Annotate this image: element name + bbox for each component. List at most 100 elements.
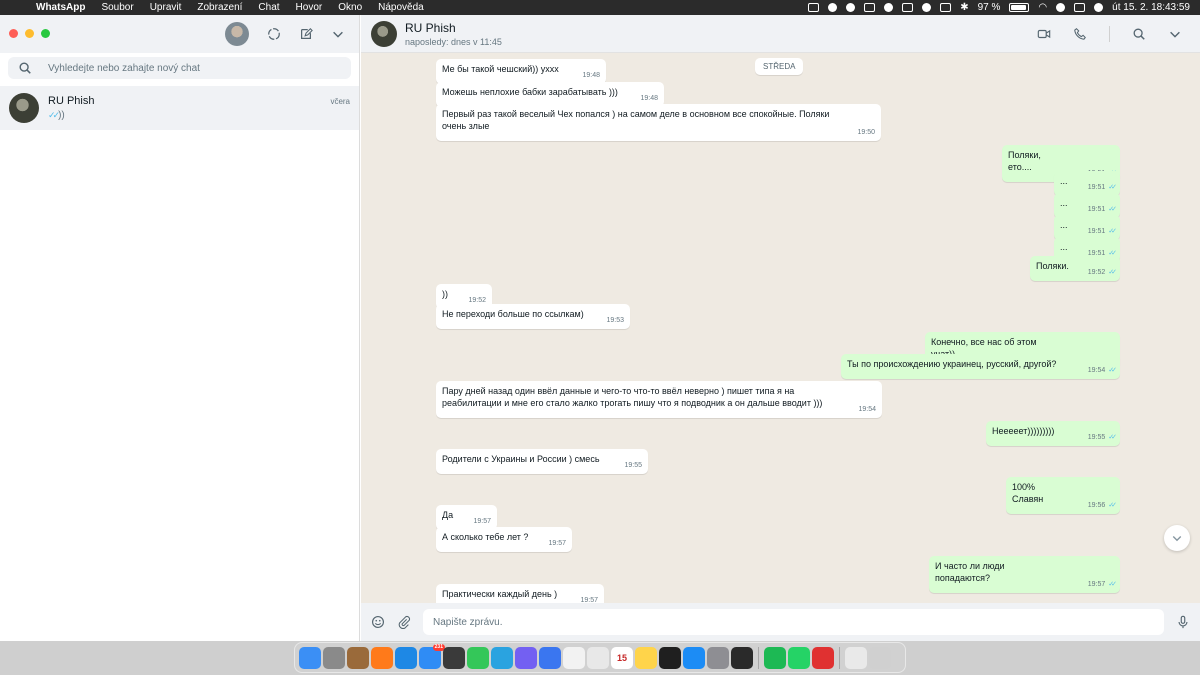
dock-firefox-icon[interactable] — [371, 646, 393, 669]
status-viber-icon[interactable] — [846, 3, 856, 12]
status-navigation-icon[interactable] — [884, 3, 894, 12]
outgoing-message[interactable]: Ты по происхождению украинец, русский, д… — [841, 354, 1120, 379]
incoming-message[interactable]: Родители с Украины и России ) смесь 19:55 — [436, 449, 648, 474]
status-shield-icon[interactable] — [864, 3, 876, 12]
message-composer — [361, 603, 1200, 641]
read-ticks-icon: ✓✓ — [1108, 502, 1117, 509]
control-center-icon[interactable] — [1074, 3, 1086, 12]
contact-avatar[interactable] — [371, 20, 397, 47]
search-messages-icon[interactable] — [1132, 27, 1146, 41]
outgoing-message[interactable]: И часто ли люди попадаются? 19:57 ✓✓ — [929, 556, 1120, 593]
dock-notes-draw-icon[interactable] — [587, 646, 609, 669]
dock-safari-icon[interactable] — [395, 646, 417, 669]
message-time: 19:57 — [473, 518, 491, 525]
scroll-to-bottom-button[interactable] — [1164, 525, 1190, 551]
message-time: 19:51 — [1087, 206, 1106, 213]
read-ticks-icon: ✓✓ — [1108, 367, 1117, 374]
menu-help[interactable]: Nápověda — [370, 2, 432, 13]
dock-viber-icon[interactable] — [515, 646, 537, 669]
close-window-button[interactable] — [9, 29, 18, 38]
status-app-icon[interactable] — [808, 3, 820, 12]
emoji-icon[interactable] — [371, 615, 385, 629]
conversation-header[interactable]: RU Phish naposledy: dnes v 11:45 — [361, 15, 1200, 53]
minimize-window-button[interactable] — [25, 29, 34, 38]
message-meta: 19:56 ✓✓ — [1088, 500, 1117, 512]
message-time: 19:48 — [640, 95, 658, 102]
incoming-message[interactable]: Первый раз такой веселый Чех попался ) н… — [436, 104, 881, 141]
status-skype-icon[interactable] — [828, 3, 838, 12]
spotlight-icon[interactable] — [1056, 3, 1066, 12]
outgoing-message[interactable]: Поляки. 19:52 ✓✓ — [1030, 256, 1120, 281]
incoming-message[interactable]: А сколько тебе лет ? 19:57 — [436, 527, 572, 552]
profile-avatar[interactable] — [225, 22, 249, 46]
dock-mail-icon[interactable]: 231 — [419, 643, 445, 669]
dock-chatgpt-icon[interactable] — [659, 646, 681, 669]
video-call-icon[interactable] — [1037, 27, 1051, 41]
dock-telegram-icon[interactable] — [491, 646, 513, 669]
message-time: 19:55 — [624, 462, 642, 469]
microphone-icon[interactable] — [1176, 615, 1190, 629]
message-time: 19:54 — [858, 406, 876, 413]
menu-call[interactable]: Hovor — [288, 2, 331, 13]
chevron-down-icon — [1172, 536, 1182, 542]
incoming-message[interactable]: Пару дней назад один ввёл данные и чего-… — [436, 381, 882, 418]
battery-icon[interactable] — [1009, 3, 1030, 12]
siri-icon[interactable] — [1094, 3, 1104, 12]
dock-app-store-icon[interactable] — [683, 646, 705, 669]
status-record-icon[interactable] — [922, 3, 932, 12]
bluetooth-icon[interactable]: ✱ — [960, 2, 968, 13]
dock-reminders-icon[interactable] — [563, 646, 585, 669]
menu-file[interactable]: Soubor — [93, 2, 141, 13]
dock-signal-icon[interactable] — [539, 646, 561, 669]
menu-edit[interactable]: Upravit — [142, 2, 190, 13]
read-ticks-icon: ✓✓ — [1108, 434, 1117, 441]
dock-system-settings-icon[interactable] — [707, 646, 729, 669]
chat-name: RU Phish — [48, 95, 95, 107]
message-text: Не переходи больше по ссылкам) — [442, 309, 584, 319]
menu-chat[interactable]: Chat — [250, 2, 287, 13]
attach-icon[interactable] — [397, 615, 411, 629]
dock-messages-icon[interactable] — [467, 646, 489, 669]
incoming-message[interactable]: Практически каждый день ) 19:57 — [436, 584, 604, 603]
message-list[interactable]: STŘEDA Ме бы такой чешский)) ухxx 19:48 Мо… — [361, 53, 1200, 603]
status-updates-icon[interactable] — [267, 27, 281, 41]
message-time: 19:48 — [582, 72, 600, 79]
incoming-message[interactable]: Не переходи больше по ссылкам) 19:53 — [436, 304, 630, 329]
clock[interactable]: út 15. 2. 18:43:59 — [1112, 2, 1190, 13]
menu-app-name[interactable]: WhatsApp — [28, 2, 93, 13]
dock-app-red-icon[interactable] — [812, 646, 834, 669]
dock-trash-icon[interactable] — [869, 646, 891, 669]
outgoing-message[interactable]: Нееееет))))))))) 19:55 ✓✓ — [986, 421, 1120, 446]
dock-calendar-icon[interactable]: 15 — [611, 646, 633, 669]
status-cloud-icon[interactable] — [902, 3, 914, 12]
search-input[interactable] — [48, 62, 328, 74]
status-dropbox-icon[interactable] — [940, 3, 952, 12]
dock-whatsapp-icon[interactable] — [788, 646, 810, 669]
chevron-down-icon[interactable] — [331, 27, 345, 41]
dock-launchpad-icon[interactable] — [323, 646, 345, 669]
dock-finder-icon[interactable] — [299, 646, 321, 669]
new-chat-icon[interactable] — [299, 27, 313, 41]
message-meta: 19:57 ✓✓ — [1088, 579, 1117, 591]
chevron-down-icon[interactable] — [1168, 27, 1182, 41]
dock-calculator-icon[interactable] — [443, 646, 465, 669]
dock-app-black-icon[interactable] — [731, 646, 753, 669]
voice-call-icon[interactable] — [1073, 27, 1087, 41]
dock-spotify-icon[interactable] — [764, 646, 786, 669]
menu-view[interactable]: Zobrazení — [189, 2, 250, 13]
macos-menu-bar: WhatsApp Soubor Upravit Zobrazení Chat H… — [0, 0, 1200, 15]
message-input[interactable] — [433, 616, 1164, 628]
message-meta: 19:53 — [606, 315, 624, 327]
message-text: Пару дней назад один ввёл данные и чего-… — [442, 386, 823, 408]
dock-notes-icon[interactable] — [635, 646, 657, 669]
menu-window[interactable]: Okno — [330, 2, 370, 13]
dock-downloads-icon[interactable] — [845, 646, 867, 669]
wifi-icon[interactable]: ◠ — [1038, 2, 1047, 13]
macos-dock: 231 15 — [294, 642, 906, 673]
chat-list-item[interactable]: RU Phish včera ✓✓ )) — [0, 86, 359, 130]
incoming-message[interactable]: Ме бы такой чешский)) ухxx 19:48 — [436, 59, 606, 84]
zoom-window-button[interactable] — [41, 29, 50, 38]
dock-photo-app-icon[interactable] — [347, 646, 369, 669]
outgoing-message[interactable]: 100% Славян 19:56 ✓✓ — [1006, 477, 1120, 514]
message-meta: 19:57 — [548, 538, 566, 550]
